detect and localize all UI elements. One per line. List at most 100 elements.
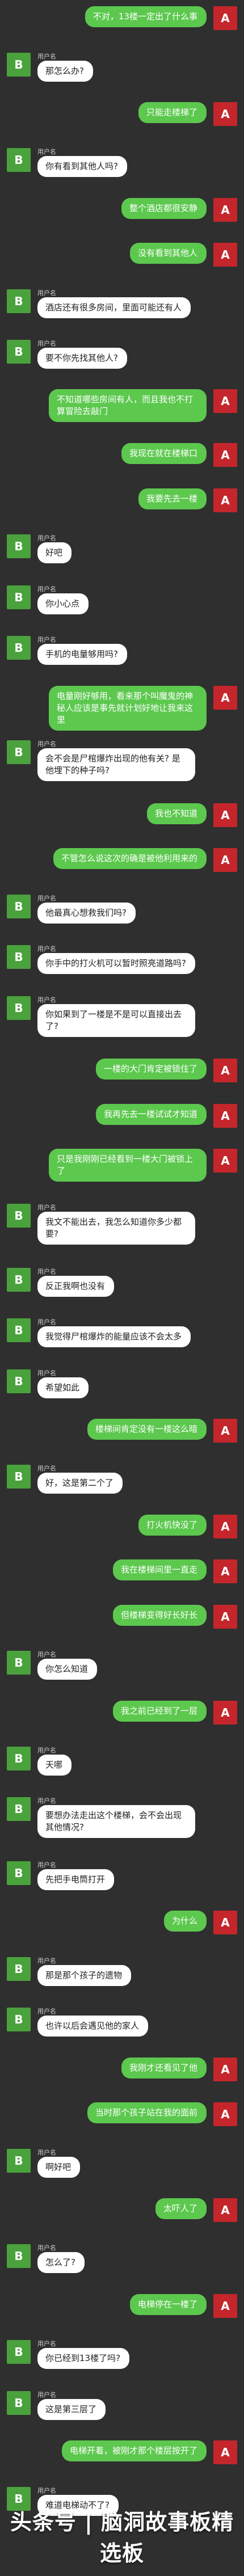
chat-message: A 我现在就在楼梯口: [0, 443, 244, 468]
avatar-b[interactable]: B: [7, 1957, 31, 1981]
avatar-b[interactable]: B: [7, 2244, 31, 2269]
avatar-a[interactable]: A: [213, 2440, 237, 2465]
avatar-a[interactable]: A: [213, 389, 237, 414]
avatar-a[interactable]: A: [213, 243, 237, 267]
avatar-a[interactable]: A: [213, 2057, 237, 2081]
chat-message: B 用户名 啊好吧: [0, 2148, 244, 2178]
avatar-a[interactable]: A: [213, 2102, 237, 2127]
avatar-a[interactable]: A: [213, 102, 237, 126]
avatar-b[interactable]: B: [7, 1204, 31, 1228]
sender-name: 用户名: [37, 996, 56, 1004]
chat-message: B 用户名 你已经到13楼了吗?: [0, 2339, 244, 2370]
chat-message: A 不知道哪些房间有人，而且我也不打算冒险去敲门: [0, 389, 244, 423]
avatar-b[interactable]: B: [7, 1747, 31, 1771]
sender-name: 用户名: [37, 945, 56, 953]
avatar-b[interactable]: B: [7, 996, 31, 1020]
avatar-b[interactable]: B: [7, 534, 31, 559]
sender-name: 用户名: [37, 1651, 56, 1659]
avatar-a[interactable]: A: [213, 488, 237, 512]
avatar-a[interactable]: A: [213, 1103, 237, 1128]
avatar-b[interactable]: B: [7, 1267, 31, 1292]
sender-name: 用户名: [37, 2244, 56, 2252]
avatar-a[interactable]: A: [213, 685, 237, 710]
avatar-b[interactable]: B: [7, 1651, 31, 1675]
message-bubble: 你小心点: [37, 593, 89, 614]
avatar-a[interactable]: A: [213, 1149, 237, 1173]
chat-message: A 不管怎么说这次的确是被他利用来的: [0, 848, 244, 873]
avatar-b[interactable]: B: [7, 1369, 31, 1393]
sender-name: 用户名: [37, 1957, 56, 1964]
avatar-b[interactable]: B: [7, 1797, 31, 1822]
message-bubble: 你有看到其他人吗?: [37, 156, 127, 178]
avatar-b[interactable]: B: [7, 894, 31, 918]
avatar-a[interactable]: A: [213, 6, 237, 31]
avatar-b[interactable]: B: [7, 2148, 31, 2173]
chat-message: A 但楼梯变得好长好长: [0, 1604, 244, 1630]
message-bubble: 我也不知道: [146, 803, 207, 825]
avatar-a[interactable]: A: [213, 1604, 237, 1629]
chat-message: A 为什么: [0, 1911, 244, 1936]
avatar-a[interactable]: A: [213, 2293, 237, 2318]
chat-message: B 用户名 好，这是第二个了: [0, 1464, 244, 1494]
message-bubble: 那是那个孩子的遗物: [37, 1964, 132, 1986]
chat-message: B 用户名 他最真心想救我们吗?: [0, 893, 244, 924]
message-bubble: 要不你先找其他人?: [37, 348, 127, 369]
avatar-b[interactable]: B: [7, 52, 31, 77]
avatar-a[interactable]: A: [213, 443, 237, 467]
avatar-a[interactable]: A: [213, 848, 237, 872]
sender-name: 用户名: [37, 2486, 56, 2494]
avatar-a[interactable]: A: [213, 1559, 237, 1584]
message-bubble: 我再先去一楼试试才知道: [95, 1103, 207, 1125]
sender-name: 用户名: [37, 289, 56, 297]
message-bubble: 我刚才还看见了他: [121, 2057, 207, 2078]
avatar-a[interactable]: A: [213, 1514, 237, 1538]
chat-message: B 用户名 你有看到其他人吗?: [0, 147, 244, 178]
message-bubble: 酒店还有很多房间，里面可能还有人: [37, 297, 191, 318]
chat-message: B 用户名 那怎么办?: [0, 52, 244, 82]
avatar-b[interactable]: B: [7, 740, 31, 765]
avatar-a[interactable]: A: [213, 2198, 237, 2222]
chat-message: A 电梯开着，被刚才那个楼层按开了: [0, 2440, 244, 2465]
avatar-b[interactable]: B: [7, 2340, 31, 2364]
sender-name: 用户名: [37, 534, 56, 542]
avatar-b[interactable]: B: [7, 636, 31, 660]
sender-name: 用户名: [37, 1267, 56, 1275]
avatar-b[interactable]: B: [7, 945, 31, 969]
message-bubble: 打火机快没了: [138, 1514, 207, 1536]
message-bubble: 电梯停在一楼了: [129, 2293, 207, 2315]
message-bubble: 我之前已经到了一层: [112, 1700, 207, 1722]
message-bubble: 楼梯间肯定没有一楼这么暗: [87, 1418, 207, 1440]
avatar-b[interactable]: B: [7, 1318, 31, 1343]
chat-message: A 不对，13楼一定出了什么事: [0, 6, 244, 31]
message-bubble: 我在楼梯间里一直走: [112, 1559, 207, 1581]
avatar-b[interactable]: B: [7, 1465, 31, 1489]
message-bubble: 手机的电量够用吗?: [37, 644, 127, 665]
avatar-a[interactable]: A: [213, 1059, 237, 1083]
message-bubble: 整个酒店都很安静: [121, 197, 207, 219]
chat-message: B 用户名 怎么了?: [0, 2243, 244, 2274]
avatar-b[interactable]: B: [7, 289, 31, 313]
avatar-a[interactable]: A: [213, 1911, 237, 1935]
avatar-a[interactable]: A: [213, 197, 237, 222]
chat-message: B 用户名 酒店还有很多房间，里面可能还有人: [0, 288, 244, 318]
avatar-a[interactable]: A: [213, 803, 237, 828]
message-bubble: 你怎么知道: [37, 1659, 98, 1680]
message-bubble: 我现在就在楼梯口: [121, 443, 207, 465]
avatar-b[interactable]: B: [7, 340, 31, 364]
avatar-b[interactable]: B: [7, 585, 31, 609]
avatar-b[interactable]: B: [7, 2008, 31, 2032]
avatar-a[interactable]: A: [213, 1700, 237, 1725]
avatar-b[interactable]: B: [7, 148, 31, 172]
avatar-a[interactable]: A: [213, 1418, 237, 1443]
message-bubble: 一楼的大门肯定被锁住了: [95, 1059, 207, 1080]
message-bubble: 你手中的打火机可以暂时照亮道路吗?: [37, 953, 195, 975]
message-bubble: 我文不能出去，我怎么知道你多少都要?: [37, 1212, 195, 1245]
avatar-b[interactable]: B: [7, 2391, 31, 2415]
sender-name: 用户名: [37, 1797, 56, 1805]
chat-message: A 电量刚好够用，看来那个叫魔鬼的神秘人应该是事先就计划好地让我来这里: [0, 685, 244, 731]
chat-message: B 用户名 要不你先找其他人?: [0, 339, 244, 369]
sender-name: 用户名: [37, 340, 56, 348]
chat-message: B 用户名 你手中的打火机可以暂时照亮道路吗?: [0, 944, 244, 975]
avatar-b[interactable]: B: [7, 1861, 31, 1886]
message-bubble: 只能走楼梯了: [138, 102, 207, 123]
